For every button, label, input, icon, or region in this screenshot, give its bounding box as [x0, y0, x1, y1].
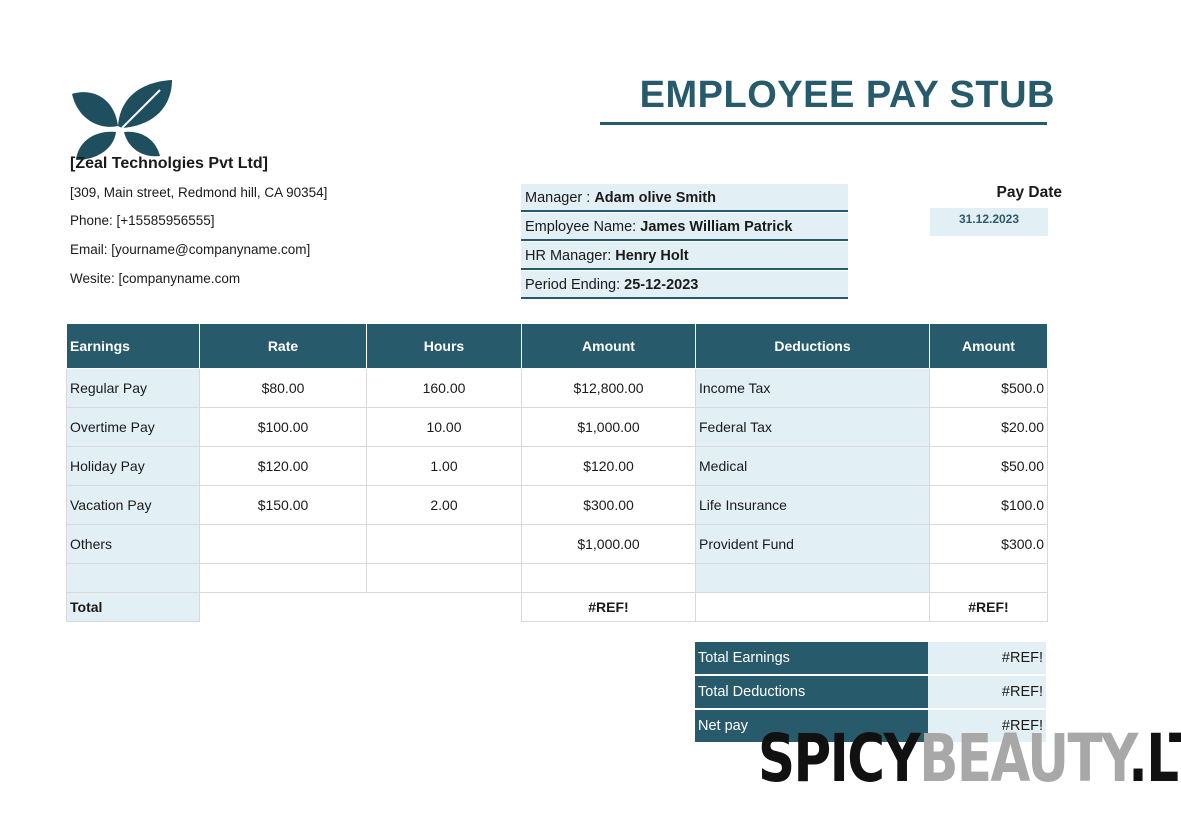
deduction-label: Medical	[695, 446, 930, 486]
hours-cell: 1.00	[366, 446, 522, 486]
hr-manager-value: Henry Holt	[615, 248, 689, 264]
total-earnings-value: #REF!	[928, 642, 1046, 676]
hr-manager-label: HR Manager:	[525, 248, 616, 264]
pay-date-label: Pay Date	[996, 184, 1062, 201]
deduction-amount-cell: $20.00	[929, 407, 1048, 447]
summary-row: Total Earnings #REF!	[695, 642, 1046, 676]
header-amount: Amount	[521, 323, 696, 369]
manager-label: Manager :	[525, 190, 595, 206]
table-row: Others $1,000.00 Provident Fund $300.0	[66, 524, 1048, 564]
hours-cell: 160.00	[366, 368, 522, 408]
blank-cell	[695, 592, 930, 622]
watermark: SPICYBEAUTY.LT	[758, 726, 1181, 792]
empty-cell	[929, 563, 1048, 593]
rate-cell: $100.00	[199, 407, 367, 447]
summary-row: Total Deductions #REF!	[695, 675, 1046, 710]
deduction-amount-cell: $100.0	[929, 485, 1048, 525]
company-email: Email: [yourname@companyname.com]	[70, 242, 311, 257]
table-row: Regular Pay $80.00 160.00 $12,800.00 Inc…	[66, 368, 1048, 408]
blank-cell	[199, 592, 367, 622]
earning-label: Others	[66, 524, 200, 564]
blank-cell	[366, 592, 522, 622]
hours-cell: 10.00	[366, 407, 522, 447]
watermark-part-3: .LT	[1128, 720, 1181, 797]
company-name: [Zeal Technolgies Pvt Ltd]	[70, 155, 268, 172]
header-deduction-amount: Amount	[929, 323, 1048, 369]
company-website: Wesite: [companyname.com	[70, 271, 241, 286]
deduction-amount-cell: $50.00	[929, 446, 1048, 486]
deduction-amount-cell: $300.0	[929, 524, 1048, 564]
deduction-label: Provident Fund	[695, 524, 930, 564]
total-earnings-label: Total Earnings	[695, 642, 928, 676]
total-deductions-label: Total Deductions	[695, 675, 928, 710]
deduction-label: Federal Tax	[695, 407, 930, 447]
employee-value: James William Patrick	[640, 219, 793, 235]
period-ending-row: Period Ending: 25-12-2023	[521, 271, 848, 299]
earning-label: Overtime Pay	[66, 407, 200, 447]
rate-cell: $150.00	[199, 485, 367, 525]
watermark-part-1: SPICY	[758, 720, 921, 797]
earnings-deductions-table: Earnings Rate Hours Amount Deductions Am…	[66, 323, 1048, 622]
earning-label: Vacation Pay	[66, 485, 200, 525]
amount-cell: $1,000.00	[521, 407, 696, 447]
hours-cell: 2.00	[366, 485, 522, 525]
table-row: Vacation Pay $150.00 2.00 $300.00 Life I…	[66, 485, 1048, 525]
total-deductions-amount: #REF!	[929, 592, 1048, 622]
earning-label: Holiday Pay	[66, 446, 200, 486]
company-logo	[72, 80, 172, 160]
empty-cell	[366, 563, 522, 593]
header-earnings: Earnings	[66, 323, 200, 369]
watermark-part-2: BEAUTY	[919, 720, 1130, 797]
total-row: Total #REF! #REF!	[66, 592, 1048, 622]
table-header-row: Earnings Rate Hours Amount Deductions Am…	[66, 323, 1048, 369]
total-label: Total	[66, 592, 200, 622]
header-rate: Rate	[199, 323, 367, 369]
period-ending-label: Period Ending:	[525, 277, 625, 293]
header-hours: Hours	[366, 323, 522, 369]
total-amount: #REF!	[521, 592, 696, 622]
deduction-amount-cell: $500.0	[929, 368, 1048, 408]
period-ending-value: 25-12-2023	[624, 277, 699, 293]
deduction-label: Life Insurance	[695, 485, 930, 525]
total-deductions-value: #REF!	[928, 675, 1046, 710]
empty-cell	[66, 563, 200, 593]
rate-cell	[199, 524, 367, 564]
header-deductions: Deductions	[695, 323, 930, 369]
hours-cell	[366, 524, 522, 564]
manager-row: Manager : Adam olive Smith	[521, 184, 848, 212]
company-phone: Phone: [+15585956555]	[70, 213, 215, 228]
amount-cell: $1,000.00	[521, 524, 696, 564]
amount-cell: $120.00	[521, 446, 696, 486]
table-row: Overtime Pay $100.00 10.00 $1,000.00 Fed…	[66, 407, 1048, 447]
rate-cell: $80.00	[199, 368, 367, 408]
manager-value: Adam olive Smith	[594, 190, 716, 206]
empty-cell	[695, 563, 930, 593]
amount-cell: $300.00	[521, 485, 696, 525]
table-row: Holiday Pay $120.00 1.00 $120.00 Medical…	[66, 446, 1048, 486]
deduction-label: Income Tax	[695, 368, 930, 408]
employee-label: Employee Name:	[525, 219, 641, 235]
title-underline	[600, 122, 1047, 125]
page-title: EMPLOYEE PAY STUB	[639, 74, 1055, 116]
empty-cell	[521, 563, 696, 593]
rate-cell: $120.00	[199, 446, 367, 486]
amount-cell: $12,800.00	[521, 368, 696, 408]
employee-row: Employee Name: James William Patrick	[521, 213, 848, 241]
empty-cell	[199, 563, 367, 593]
hr-manager-row: HR Manager: Henry Holt	[521, 242, 848, 270]
table-row	[66, 563, 1048, 593]
earning-label: Regular Pay	[66, 368, 200, 408]
employee-info-box: Manager : Adam olive Smith Employee Name…	[521, 184, 848, 300]
company-address: [309, Main street, Redmond hill, CA 9035…	[70, 185, 328, 200]
pay-date-value: 31.12.2023	[930, 208, 1048, 236]
